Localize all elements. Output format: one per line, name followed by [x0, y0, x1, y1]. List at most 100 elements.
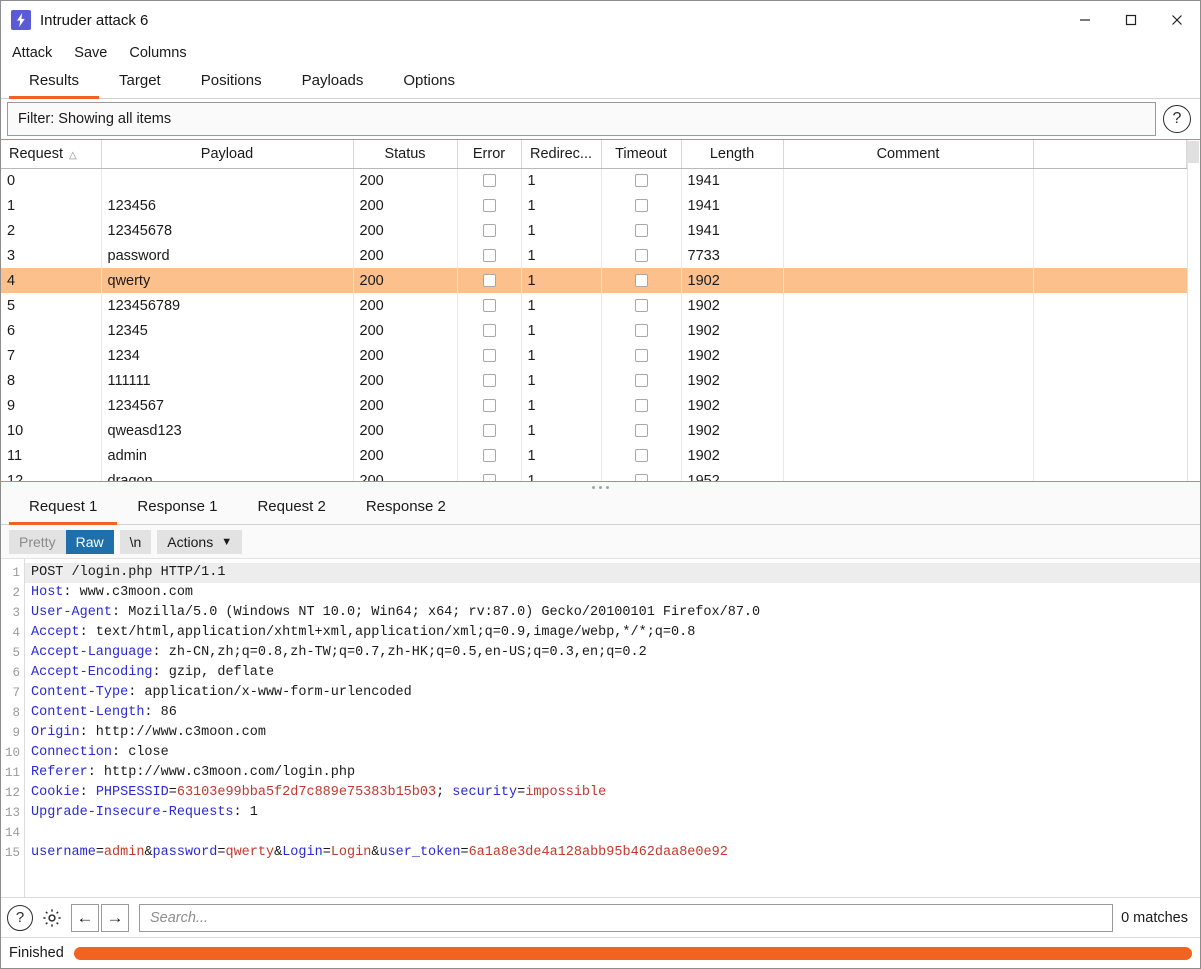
tab-options[interactable]: Options [383, 68, 475, 99]
tab-response-1[interactable]: Response 1 [117, 494, 237, 525]
checkbox-icon[interactable] [634, 224, 648, 238]
column-header-comment[interactable]: Comment [783, 140, 1034, 169]
table-row[interactable]: 10 qweasd123 200 1 1902 [1, 418, 1200, 443]
cell-error[interactable] [457, 368, 522, 393]
table-row[interactable]: 4 qwerty 200 1 1902 [1, 268, 1200, 293]
cell-timeout[interactable] [601, 443, 682, 468]
cell-error[interactable] [457, 418, 522, 443]
checkbox-icon[interactable] [634, 374, 648, 388]
cell-error[interactable] [457, 218, 522, 243]
arrow-right-icon[interactable]: → [101, 903, 129, 932]
request-editor[interactable]: 1 2 3 4 5 6 7 8 9 10 11 12 13 14 15 POST /login.php HT… [1, 559, 1200, 897]
table-row[interactable]: 6 12345 200 1 1902 [1, 318, 1200, 343]
tab-response-2[interactable]: Response 2 [346, 494, 466, 525]
checkbox-icon[interactable] [634, 449, 648, 463]
checkbox-icon[interactable] [482, 349, 496, 363]
cell-error[interactable] [457, 393, 522, 418]
checkbox-icon[interactable] [482, 474, 496, 481]
filter-bar[interactable]: Filter: Showing all items [7, 102, 1156, 136]
cell-error[interactable] [457, 193, 522, 218]
gear-icon[interactable] [39, 905, 65, 931]
question-mark-icon[interactable]: ? [7, 904, 33, 931]
checkbox-icon[interactable] [482, 224, 496, 238]
column-header-request[interactable]: Request △ [1, 140, 102, 169]
table-row[interactable]: 3 password 200 1 7733 [1, 243, 1200, 268]
cell-error[interactable] [457, 293, 522, 318]
cell-error[interactable] [457, 268, 522, 293]
checkbox-icon[interactable] [634, 424, 648, 438]
table-row[interactable]: 12 dragon 200 1 1952 [1, 468, 1200, 481]
raw-button[interactable]: Raw [65, 529, 114, 554]
panel-splitter[interactable] [1, 482, 1200, 492]
checkbox-icon[interactable] [482, 274, 496, 288]
checkbox-icon[interactable] [634, 274, 648, 288]
results-vertical-scrollbar[interactable] [1187, 140, 1200, 481]
column-header-length[interactable]: Length [681, 140, 784, 169]
cell-timeout[interactable] [601, 218, 682, 243]
table-row[interactable]: 9 1234567 200 1 1902 [1, 393, 1200, 418]
search-input[interactable]: Search... [139, 903, 1114, 932]
results-scrollbar-thumb[interactable] [1187, 141, 1199, 163]
checkbox-icon[interactable] [482, 174, 496, 188]
checkbox-icon[interactable] [634, 199, 648, 213]
question-mark-icon[interactable]: ? [1163, 105, 1191, 133]
tab-request-1[interactable]: Request 1 [9, 494, 118, 525]
maximize-button[interactable] [1108, 1, 1154, 39]
cell-timeout[interactable] [601, 268, 682, 293]
request-code[interactable]: POST /login.php HTTP/1.1 Host: www.c3moon… [25, 559, 1200, 897]
cell-timeout[interactable] [601, 393, 682, 418]
checkbox-icon[interactable] [482, 449, 496, 463]
table-row[interactable]: 1 123456 200 1 1941 [1, 193, 1200, 218]
column-header-error[interactable]: Error [457, 140, 522, 169]
tab-results[interactable]: Results [9, 68, 100, 99]
menu-item-save[interactable]: Save [74, 43, 118, 63]
table-row[interactable]: 8 111111 200 1 1902 [1, 368, 1200, 393]
actions-button[interactable]: Actions ▼ [157, 529, 243, 554]
table-row[interactable]: 2 12345678 200 1 1941 [1, 218, 1200, 243]
tab-payloads[interactable]: Payloads [282, 68, 384, 99]
checkbox-icon[interactable] [482, 374, 496, 388]
cell-timeout[interactable] [601, 318, 682, 343]
cell-timeout[interactable] [601, 293, 682, 318]
cell-error[interactable] [457, 318, 522, 343]
cell-timeout[interactable] [601, 243, 682, 268]
checkbox-icon[interactable] [634, 349, 648, 363]
cell-timeout[interactable] [601, 468, 682, 481]
tab-target[interactable]: Target [99, 68, 181, 99]
column-header-status[interactable]: Status [353, 140, 458, 169]
table-row[interactable]: 5 123456789 200 1 1902 [1, 293, 1200, 318]
newline-button[interactable]: \n [119, 529, 152, 554]
table-row[interactable]: 7 1234 200 1 1902 [1, 343, 1200, 368]
checkbox-icon[interactable] [634, 299, 648, 313]
checkbox-icon[interactable] [634, 474, 648, 481]
checkbox-icon[interactable] [482, 199, 496, 213]
menu-item-columns[interactable]: Columns [129, 43, 197, 63]
checkbox-icon[interactable] [482, 399, 496, 413]
checkbox-icon[interactable] [482, 249, 496, 263]
column-header-payload[interactable]: Payload [101, 140, 354, 169]
table-row[interactable]: 0 200 1 1941 [1, 168, 1200, 193]
minimize-button[interactable] [1062, 1, 1108, 39]
column-header-redirections[interactable]: Redirec... [521, 140, 602, 169]
checkbox-icon[interactable] [634, 249, 648, 263]
checkbox-icon[interactable] [482, 299, 496, 313]
cell-timeout[interactable] [601, 418, 682, 443]
checkbox-icon[interactable] [634, 399, 648, 413]
cell-error[interactable] [457, 468, 522, 481]
cell-error[interactable] [457, 343, 522, 368]
tab-positions[interactable]: Positions [181, 68, 282, 99]
tab-request-2[interactable]: Request 2 [237, 494, 345, 525]
cell-timeout[interactable] [601, 343, 682, 368]
checkbox-icon[interactable] [634, 324, 648, 338]
column-header-timeout[interactable]: Timeout [601, 140, 682, 169]
cell-timeout[interactable] [601, 168, 682, 193]
table-row[interactable]: 11 admin 200 1 1902 [1, 443, 1200, 468]
arrow-left-icon[interactable]: ← [71, 903, 99, 932]
cell-error[interactable] [457, 443, 522, 468]
cell-timeout[interactable] [601, 368, 682, 393]
checkbox-icon[interactable] [482, 424, 496, 438]
checkbox-icon[interactable] [634, 174, 648, 188]
close-button[interactable] [1154, 1, 1200, 39]
pretty-button[interactable]: Pretty [9, 529, 66, 554]
cell-error[interactable] [457, 168, 522, 193]
